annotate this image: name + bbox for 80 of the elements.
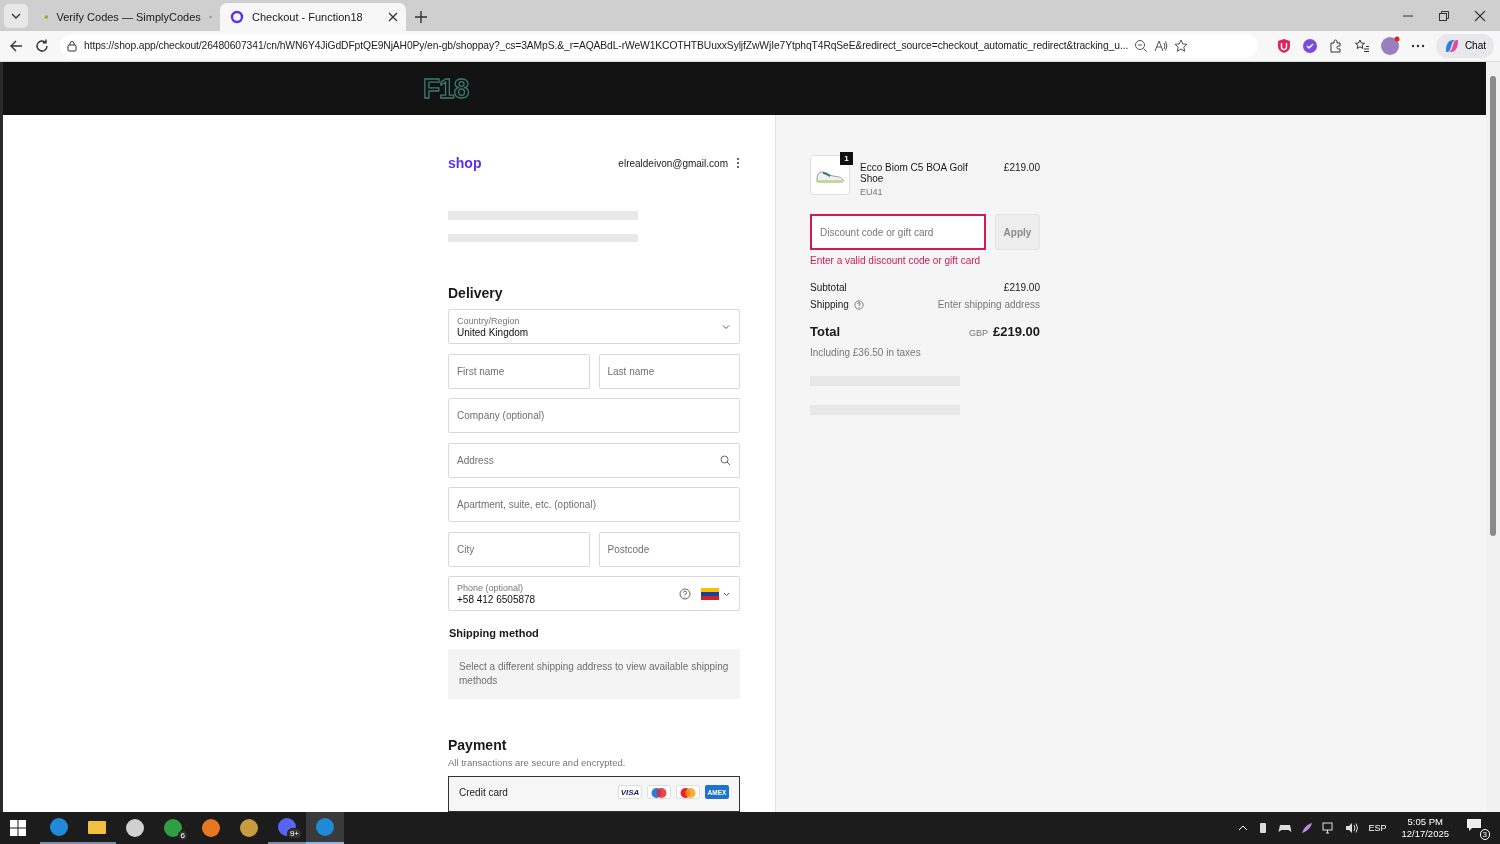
browser-tab[interactable]: Verify Codes — SimplyCodes — [34, 2, 220, 31]
shipping-value: Enter shipping address — [937, 299, 1040, 310]
taskbar-app[interactable] — [306, 812, 344, 844]
notification-badge: 3 — [1479, 829, 1490, 840]
total-value: £219.00 — [993, 324, 1040, 339]
new-tab-icon[interactable] — [414, 9, 428, 24]
account-email: elrealdeivon@gmail.com — [618, 157, 728, 169]
phone-field[interactable]: Phone (optional) +58 412 6505878 — [448, 576, 740, 611]
shop-icon — [230, 9, 244, 24]
url-text: https://shop.app/checkout/26480607341/cn/hWN6Y4JiGdDFptQE9NjAH0Py/en-gb/shoppay?_cs=3AMpS.&_r=AQABdL-rWeW1KCOTHTBUuxxSyljfZwWjIe7YtphqT4RqSeE&redirect_source=checkout_automatic_redirect&tracking_u... — [84, 40, 1129, 52]
shop-logo: shop — [448, 155, 482, 171]
section-heading: Payment — [448, 737, 508, 753]
notification-center-button[interactable]: 3 — [1464, 816, 1490, 840]
more-icon[interactable] — [736, 157, 740, 169]
input-field[interactable]: First name — [448, 353, 590, 389]
restore-icon[interactable] — [1438, 9, 1450, 22]
app-icon — [201, 818, 221, 838]
app-icon — [239, 818, 259, 838]
notification-badge: 9+ — [286, 828, 302, 839]
app-icon — [315, 817, 335, 837]
clock[interactable]: 5:05 PM 12/17/2025 — [1401, 816, 1449, 840]
visa-logo: VISA — [618, 785, 642, 799]
search-icon — [720, 454, 731, 466]
quantity-badge: 1 — [840, 152, 853, 165]
subtotal-label: Subtotal — [810, 282, 847, 293]
zoom-out-icon[interactable] — [1134, 38, 1149, 53]
scrollbar-thumb[interactable] — [1490, 76, 1496, 536]
reload-icon[interactable] — [34, 37, 50, 54]
app-icon — [49, 817, 69, 837]
extension-icon[interactable] — [1301, 37, 1318, 54]
product-price: £219.00 — [1003, 161, 1040, 173]
shield-icon[interactable] — [1275, 37, 1292, 54]
product-variant: EU41 — [860, 187, 884, 197]
game-controller-icon[interactable] — [1278, 822, 1293, 834]
browser-tab[interactable]: Checkout - Function18 — [220, 2, 406, 31]
total-label: Total — [810, 324, 841, 339]
volume-icon[interactable] — [1345, 822, 1360, 834]
scrollbar[interactable] — [1486, 62, 1500, 812]
input-field[interactable]: Company (optional) — [448, 398, 740, 433]
maestro-logo-icon — [647, 785, 671, 799]
input-field[interactable]: Postcode — [598, 531, 740, 567]
shipping-label: Shipping — [810, 299, 849, 310]
copilot-icon — [1443, 37, 1460, 54]
address-bar[interactable]: https://shop.app/checkout/26480607341/cn/hWN6Y4JiGdDFptQE9NjAH0Py/en-gb/shoppay?_cs=3AMpS.&_r=AQABdL-rWeW1KCOTHTBUuxxSyljfZwWjIe7YtphqT4RqSeE&redirect_source=checkout_automatic_redirect&tracking_u... — [60, 33, 1258, 58]
flag-dropdown-icon[interactable] — [701, 587, 731, 600]
lock-icon — [66, 39, 78, 52]
input-field[interactable]: Last name — [598, 353, 740, 389]
taxes-note: Including £36.50 in taxes — [810, 347, 922, 358]
discount-code-field[interactable]: Discount code or gift card — [810, 214, 986, 250]
error-message: Enter a valid discount code or gift card — [810, 255, 982, 266]
help-icon[interactable] — [679, 587, 691, 600]
notification-badge: 6 — [177, 830, 188, 841]
shipping-notice: Select a different shipping address to view available shipping methods — [448, 649, 740, 699]
message-icon — [1466, 818, 1482, 832]
chevron-up-icon[interactable] — [1238, 823, 1249, 833]
puzzle-icon[interactable] — [1327, 37, 1344, 54]
product-name: Ecco Biom C5 BOA Golf Shoe — [860, 162, 969, 184]
profile-avatar-icon[interactable] — [1379, 35, 1400, 56]
star-icon[interactable] — [1174, 38, 1189, 53]
subtotal-value: £219.00 — [1003, 282, 1040, 293]
input-field[interactable]: Apartment, suite, etc. (optional) — [448, 487, 740, 522]
section-heading: Delivery — [448, 285, 504, 301]
address-field[interactable]: Address — [448, 442, 740, 478]
store-logo[interactable]: F18 — [423, 73, 469, 104]
currency-code: GBP — [969, 328, 988, 338]
country-select[interactable]: Country/Region United Kingdom — [448, 309, 740, 344]
windows-start-icon[interactable] — [10, 820, 26, 836]
tab-list-button[interactable] — [4, 3, 28, 28]
taskbar-app[interactable]: 6 — [154, 812, 192, 844]
app-icon — [125, 818, 145, 838]
read-aloud-icon[interactable] — [1154, 38, 1169, 53]
input-field[interactable]: City — [448, 531, 590, 567]
section-heading: Shipping method — [449, 627, 540, 639]
favorites-icon[interactable] — [1353, 37, 1370, 54]
input-language[interactable]: ESP — [1368, 823, 1387, 833]
feather-icon[interactable] — [1301, 822, 1314, 834]
chat-button[interactable]: Chat — [1435, 33, 1494, 58]
mastercard-logo-icon — [676, 785, 700, 799]
app-icon — [163, 818, 183, 838]
security-note: All transactions are secure and encrypted. — [448, 757, 627, 768]
